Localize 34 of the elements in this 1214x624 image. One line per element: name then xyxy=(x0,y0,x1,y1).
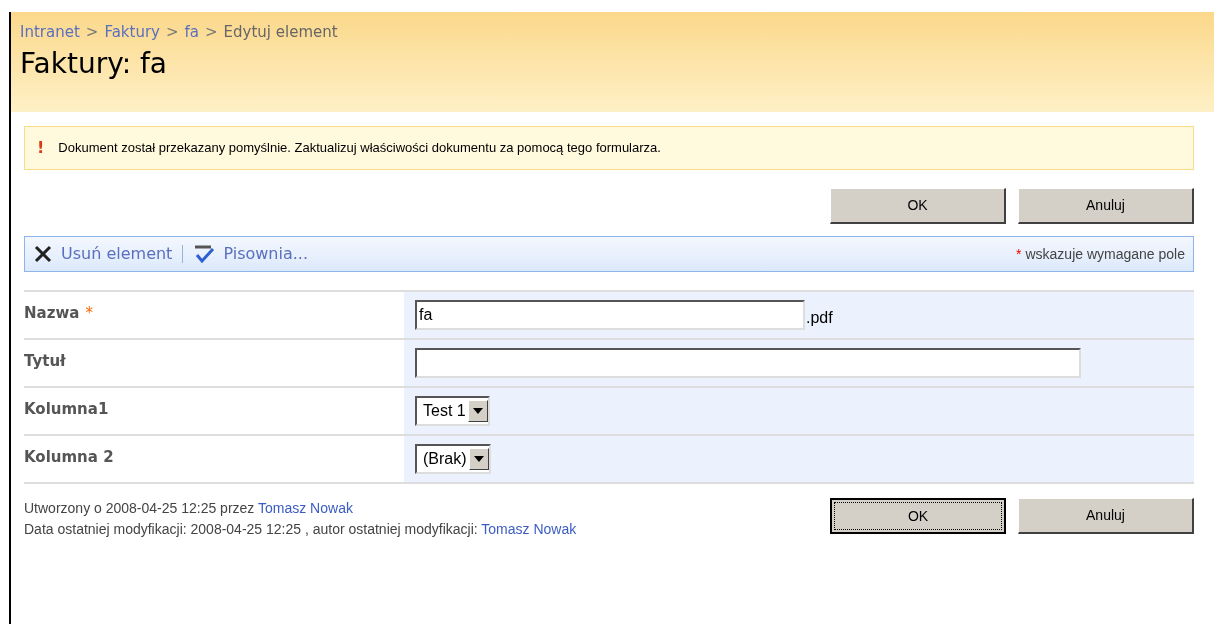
file-extension: .pdf xyxy=(806,308,833,328)
breadcrumb-current: Edytuj element xyxy=(223,22,338,43)
field-label: Nazwa xyxy=(24,303,80,324)
author-link[interactable]: Tomasz Nowak xyxy=(258,500,353,516)
modified-info: Data ostatniej modyfikacji: 2008-04-25 12:25 , autor ostatniej modyfikacji: Tomasz Nowak xyxy=(24,520,577,539)
form-button[interactable]: OK xyxy=(830,498,1006,534)
breadcrumb-link[interactable]: fa xyxy=(184,21,199,44)
author-link[interactable]: Tomasz Nowak xyxy=(481,521,577,537)
form-button[interactable]: OK xyxy=(830,188,1006,224)
delete-link[interactable]: Usuń element xyxy=(61,242,173,266)
breadcrumb-link[interactable]: Faktury xyxy=(104,21,160,44)
field-label: Kolumna 2 xyxy=(24,447,114,468)
text-field[interactable] xyxy=(415,348,1081,378)
alert-icon: ! xyxy=(37,136,45,160)
dropdown[interactable]: (Brak) xyxy=(415,444,491,474)
created-info: Utworzony o 2008-04-25 12:25 przez Tomasz Nowak xyxy=(24,499,354,518)
text-field[interactable]: fa xyxy=(415,300,805,330)
required-note: wskazuje wymagane pole xyxy=(1025,244,1185,264)
breadcrumb-separator: > xyxy=(165,22,179,43)
field-label: Tytuł xyxy=(24,351,66,372)
close-icon xyxy=(33,244,53,264)
breadcrumb-separator: > xyxy=(85,22,99,43)
required-asterisk: * xyxy=(1016,244,1022,264)
spelling-link[interactable]: Pisownia... xyxy=(223,242,308,266)
check-icon xyxy=(193,244,216,264)
form-button[interactable]: Anuluj xyxy=(1018,188,1194,224)
message-text: Dokument został przekazany pomyślnie. Zaktualizuj właściwości dokumentu za pomocą tego formularza. xyxy=(58,139,661,158)
page-title: Faktury: fa xyxy=(20,45,169,81)
breadcrumb-separator: > xyxy=(205,22,218,43)
required-asterisk: * xyxy=(85,303,93,324)
dropdown[interactable]: Test 1 xyxy=(415,396,490,426)
breadcrumb-link[interactable]: Intranet xyxy=(20,21,80,44)
form-button[interactable]: Anuluj xyxy=(1018,498,1194,534)
field-label: Kolumna1 xyxy=(24,399,109,420)
